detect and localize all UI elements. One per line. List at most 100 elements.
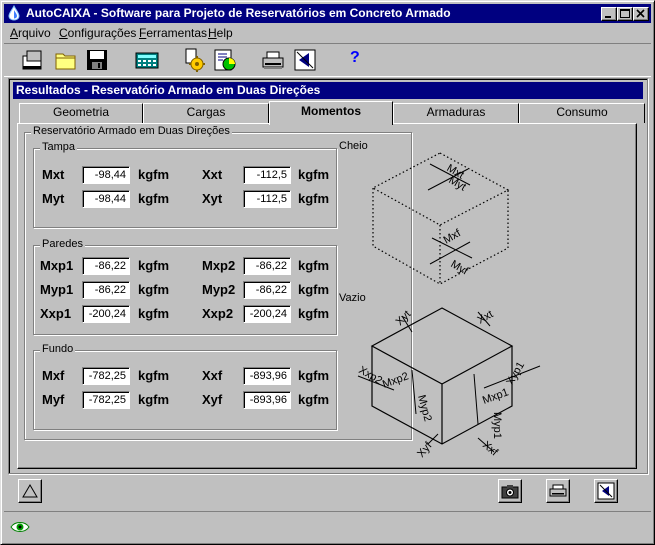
menu-bar: Arquivo Configurações Ferramentas Help [4, 24, 651, 42]
vazio-myp1-mark: Myp1 [491, 412, 503, 439]
xyt-field[interactable]: -112,5 [243, 190, 291, 208]
unit-label: kgfm [298, 306, 330, 321]
vazio-mxp1-mark: Mxp1 [481, 386, 510, 406]
triangle-button[interactable] [18, 479, 42, 503]
reservatorio-group-title: Reservatório Armado em Duas Direções [31, 125, 232, 137]
cheio-label: Cheio [339, 140, 368, 152]
unit-label: kgfm [138, 258, 170, 273]
mxp2-label: Mxp2 [202, 258, 236, 273]
xxf-label: Xxf [202, 368, 223, 383]
title-bar: AutoCAIXA - Software para Projeto de Res… [4, 4, 651, 23]
xxp1-label: Xxp1 [40, 306, 72, 321]
myf-label: Myf [42, 392, 65, 407]
tab-momentos[interactable]: Momentos [269, 101, 393, 125]
cheio-diagram: Mxt Myt Mxf Myf [371, 152, 510, 285]
fundo-group: Fundo Mxf -782,25 kgfm Xxf -893,96 kgfm … [33, 343, 337, 430]
help-icon: ? [350, 49, 360, 66]
mxp2-field[interactable]: -86,22 [243, 257, 291, 275]
mxp1-label: Mxp1 [40, 258, 74, 273]
new-button[interactable] [20, 47, 46, 73]
export-icon [597, 482, 615, 500]
myp1-label: Myp1 [40, 282, 74, 297]
tab-consumo[interactable]: Consumo [519, 103, 645, 123]
tab-geometria[interactable]: Geometria [19, 103, 143, 123]
xxf-field[interactable]: -893,96 [243, 367, 291, 385]
minimize-icon [605, 16, 611, 18]
menu-ferramentas[interactable]: Ferramentas [139, 26, 207, 40]
printer-icon [549, 484, 567, 497]
cheio-myt-mark: Myt [447, 174, 468, 193]
window-title: AutoCAIXA - Software para Projeto de Res… [26, 6, 451, 20]
vazio-mxp2-mark: Mxp2 [381, 370, 410, 390]
paredes-title: Paredes [40, 238, 85, 250]
cheio-myf-mark: Myf [449, 258, 471, 278]
settings-icon [185, 48, 205, 72]
save-icon [87, 50, 107, 70]
export-icon [294, 49, 316, 71]
myf-field[interactable]: -782,25 [82, 391, 130, 409]
unit-label: kgfm [138, 167, 170, 182]
unit-label: kgfm [138, 282, 170, 297]
camera-icon [501, 485, 519, 499]
tab-cargas[interactable]: Cargas [143, 103, 269, 123]
unit-label: kgfm [298, 258, 330, 273]
toolbar: ? [4, 43, 651, 77]
menu-arquivo[interactable]: Arquivo [10, 26, 51, 40]
myp2-label: Myp2 [202, 282, 236, 297]
main-window: AutoCAIXA - Software para Projeto de Res… [0, 0, 655, 545]
snapshot-button[interactable] [498, 479, 522, 503]
myp2-field[interactable]: -86,22 [243, 281, 291, 299]
xxp2-field[interactable]: -200,24 [243, 305, 291, 323]
unit-label: kgfm [298, 167, 330, 182]
printer-icon [262, 51, 284, 69]
myt-field[interactable]: -98,44 [82, 190, 130, 208]
menu-configuracoes[interactable]: Configurações [59, 26, 136, 40]
fundo-title: Fundo [40, 343, 76, 355]
mxf-label: Mxf [42, 368, 65, 383]
close-button[interactable] [633, 7, 649, 21]
open-button[interactable] [53, 47, 79, 73]
tab-strip: Geometria Cargas Momentos Armaduras Cons… [19, 101, 645, 125]
calculator-button[interactable] [134, 47, 160, 73]
unit-label: kgfm [138, 368, 170, 383]
mxf-field[interactable]: -782,25 [82, 367, 130, 385]
menu-help[interactable]: Help [208, 26, 233, 40]
mxt-label: Mxt [42, 167, 65, 182]
xxp1-field[interactable]: -200,24 [82, 305, 130, 323]
mxt-field[interactable]: -98,44 [82, 166, 130, 184]
maximize-button[interactable] [617, 7, 633, 21]
vazio-xxt-mark: Xxt [476, 308, 496, 326]
xyt-label: Xyt [202, 191, 223, 206]
tampa-group: Tampa Mxt -98,44 kgfm Xxt -112,5 kgfm My… [33, 141, 337, 228]
cheio-mxf-mark: Mxf [442, 227, 464, 247]
new-icon [22, 50, 42, 70]
print-bottom-button[interactable] [546, 479, 570, 503]
minimize-button[interactable] [601, 7, 617, 21]
unit-label: kgfm [138, 306, 170, 321]
export-bottom-button[interactable] [594, 479, 618, 503]
xxt-label: Xxt [202, 167, 223, 182]
tampa-title: Tampa [40, 141, 78, 153]
xyf-field[interactable]: -893,96 [243, 391, 291, 409]
paredes-group: Paredes Mxp1 -86,22 kgfm Mxp2 -86,22 kgf… [33, 238, 337, 335]
help-button[interactable]: ? [343, 47, 369, 73]
status-bar [4, 511, 651, 541]
vazio-diagram: Xyt Xxt Xxp2 Mxp2 Myp2 Mxp1 Xyp1 Myp1 Xy… [357, 307, 541, 460]
myp1-field[interactable]: -86,22 [82, 281, 130, 299]
open-folder-icon [55, 53, 76, 70]
view-button[interactable] [212, 47, 238, 73]
vazio-xyp1-mark: Xyp1 [504, 360, 527, 388]
eye-icon [10, 522, 30, 532]
settings-button[interactable] [182, 47, 208, 73]
tab-armaduras[interactable]: Armaduras [393, 103, 519, 123]
unit-label: kgfm [138, 392, 170, 407]
vazio-label: Vazio [339, 292, 366, 304]
mxp1-field[interactable]: -86,22 [82, 257, 130, 275]
save-button[interactable] [84, 47, 110, 73]
unit-label: kgfm [298, 368, 330, 383]
close-icon [636, 9, 645, 18]
unit-label: kgfm [298, 392, 330, 407]
export-button[interactable] [292, 47, 318, 73]
print-button[interactable] [260, 47, 286, 73]
xxt-field[interactable]: -112,5 [243, 166, 291, 184]
